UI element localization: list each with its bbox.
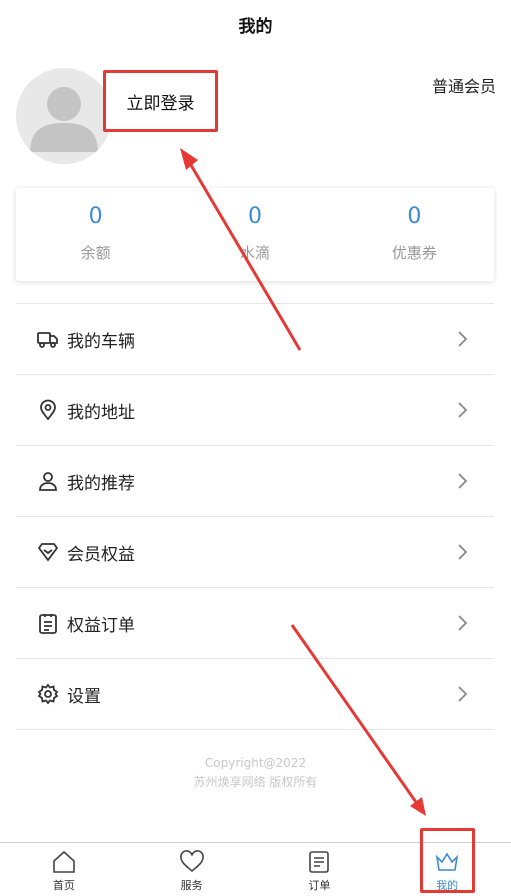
stat-label: 水滴 [239,244,270,262]
stat-value: 0 [88,204,103,229]
stat-label: 优惠券 [391,244,437,262]
tab-label: 我的 [436,879,459,892]
tab-label: 服务 [180,879,203,892]
tab-orders[interactable]: 订单 [256,843,384,896]
menu-item-member-benefits[interactable]: 会员权益 [16,517,494,588]
login-label: 立即登录 [126,93,195,114]
copyright-line: Copyright@2022 [204,756,307,770]
menu-item-label: 我的推荐 [67,473,135,494]
home-icon [53,850,75,873]
default-avatar-icon [30,87,98,152]
location-pin-icon [37,399,59,421]
stat-value: 0 [247,204,262,229]
stat-value: 0 [407,204,422,229]
menu-item-my-vehicles[interactable]: 我的车辆 [16,304,494,375]
bottom-tab-bar: 首页 服务 订单 我的 [0,842,511,896]
tab-label: 首页 [52,879,75,892]
stat-water-drops[interactable]: 0 水滴 [175,188,334,281]
stats-card: 0 余额 0 水滴 0 优惠券 [16,188,494,281]
menu-item-settings[interactable]: 设置 [16,659,494,730]
chevron-right-icon [458,615,468,631]
stat-coupons[interactable]: 0 优惠券 [335,188,494,281]
tab-label: 订单 [308,879,331,892]
crown-icon [435,852,459,871]
copyright-notice: Copyright@2022 苏州焕享网络 版权所有 [0,754,511,792]
login-button[interactable]: 立即登录 [103,70,218,132]
tab-mine[interactable]: 我的 [383,843,511,896]
chevron-right-icon [458,686,468,702]
menu-item-my-address[interactable]: 我的地址 [16,375,494,446]
tab-service[interactable]: 服务 [128,843,256,896]
menu-item-label: 设置 [67,686,101,707]
chevron-right-icon [458,402,468,418]
menu-item-my-referrals[interactable]: 我的推荐 [16,446,494,517]
truck-icon [37,328,59,350]
stat-label: 余额 [80,244,111,262]
menu-item-label: 我的地址 [67,402,135,423]
heart-icon [179,850,204,873]
chevron-right-icon [458,473,468,489]
menu-item-benefit-orders[interactable]: 权益订单 [16,588,494,659]
stat-balance[interactable]: 0 余额 [16,188,175,281]
chevron-right-icon [458,544,468,560]
page-title: 我的 [238,16,273,37]
avatar[interactable] [16,68,112,164]
member-level-label: 普通会员 [431,77,496,96]
menu-list: 我的车辆 我的地址 我的推荐 会员权益 权益订单 设置 [16,303,494,730]
person-icon [37,470,59,492]
chevron-right-icon [458,331,468,347]
menu-item-label: 权益订单 [67,615,135,636]
gear-icon [37,683,59,705]
document-icon [309,851,330,873]
tab-home[interactable]: 首页 [0,843,128,896]
menu-item-label: 我的车辆 [67,331,135,352]
menu-item-label: 会员权益 [67,544,135,565]
diamond-icon [37,541,59,563]
copyright-company: 苏州焕享网络 版权所有 [193,775,318,789]
profile-section: 立即登录 普通会员 [16,68,496,168]
clipboard-icon [37,612,59,634]
arrow-head-icon [410,797,426,816]
